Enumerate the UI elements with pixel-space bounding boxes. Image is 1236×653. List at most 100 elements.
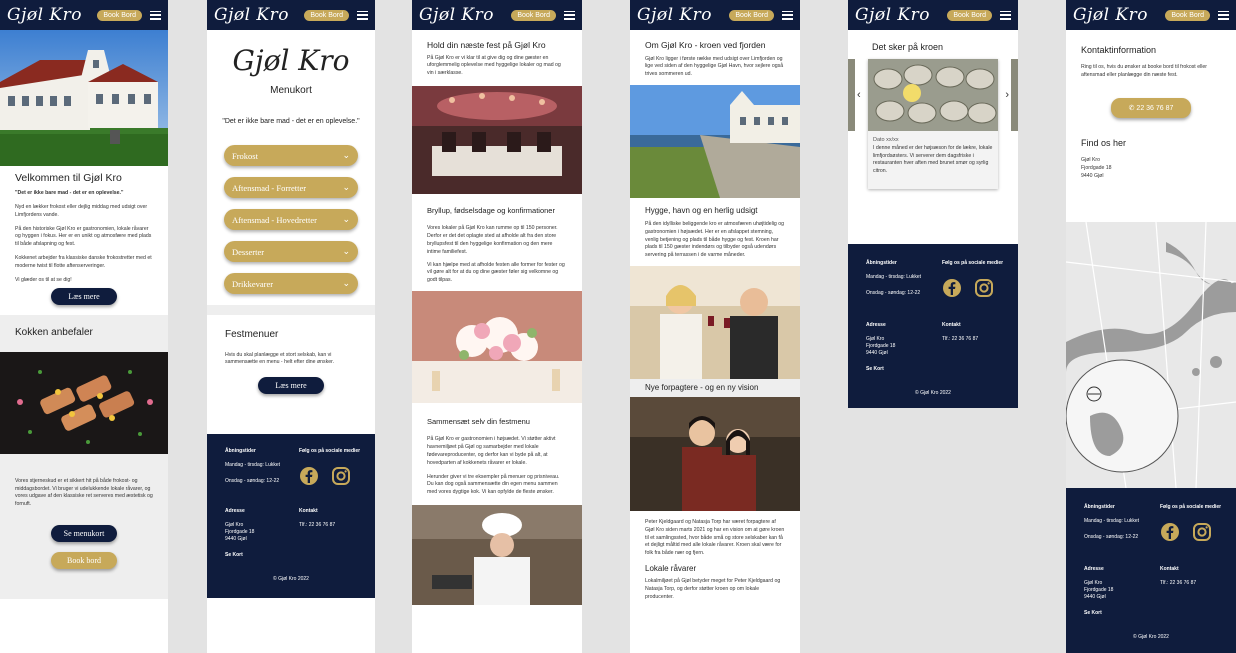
couple-dining-photo <box>630 266 800 379</box>
facebook-icon[interactable] <box>1160 522 1180 542</box>
facebook-icon[interactable] <box>299 466 319 486</box>
location-map[interactable] <box>1066 222 1236 488</box>
flower-decoration-photo <box>412 290 582 403</box>
header: Gjøl Kro Book Bord <box>0 0 168 30</box>
see-menu-button[interactable]: Se menukort <box>51 524 117 542</box>
accordion-drikkevarer[interactable]: Drikkevarer ⌄ <box>224 273 358 294</box>
contact-title: Kontakt <box>299 508 318 515</box>
social-links <box>299 466 351 486</box>
gastronomy-paragraph: På Gjøl Kro er gastronomien i højsædet. … <box>427 436 556 466</box>
social-title: Følg os på sociale medier <box>1160 504 1222 510</box>
welcome-paragraph: Vi glæder os til at se dig! <box>15 276 72 283</box>
accordion-desserter[interactable]: Desserter ⌄ <box>224 241 358 262</box>
inn-building-photo <box>0 30 168 166</box>
screen-about: Gjøl Kro Book Bord Om Gjøl Kro - kroen v… <box>630 0 800 653</box>
party-paragraph: På Gjøl Kro er vi klar til at give dig o… <box>427 54 561 77</box>
book-table-button[interactable]: Book Bord <box>729 9 774 21</box>
owners-paragraph: Peter Kjeldgaard og Natasja Torp har vær… <box>645 519 785 557</box>
hamburger-menu-icon[interactable] <box>782 10 793 20</box>
oysters-photo <box>868 59 998 132</box>
instagram-icon[interactable] <box>1192 522 1212 542</box>
book-table-button[interactable]: Book Bord <box>304 9 349 21</box>
hours-title: Åbningstider <box>866 260 897 266</box>
logo-large: Gjøl Kro <box>232 44 350 77</box>
hamburger-menu-icon[interactable] <box>150 10 161 20</box>
accordion-label: Desserter <box>232 246 265 257</box>
book-table-button[interactable]: Book Bord <box>1165 9 1210 21</box>
party-title: Hold din næste fest på Gjøl Kro <box>427 40 546 50</box>
hours-wed-sun: Onsdag - søndag: 12-22 <box>225 478 280 485</box>
help-paragraph: Vi kan hjælpe med at afholde festen alle… <box>427 261 565 284</box>
owners-photo <box>630 397 800 511</box>
logo[interactable]: Gjøl Kro <box>419 5 494 25</box>
read-more-button[interactable]: Læs mere <box>51 288 117 306</box>
social-title: Følg os på sociale medier <box>299 448 361 455</box>
phone-number[interactable]: Tlf.: 22 36 76 87 <box>299 522 335 530</box>
logo[interactable]: Gjøl Kro <box>1073 5 1148 25</box>
screen-events: Gjøl Kro Book Bord Hold din næste fest p… <box>412 0 582 653</box>
footer: Åbningstider Mandag - tirsdag: Lukket On… <box>1066 488 1236 653</box>
social-title: Følg os på sociale medier <box>942 260 1004 266</box>
call-button-label: 22 36 76 87 <box>1136 104 1174 112</box>
hamburger-menu-icon[interactable] <box>357 10 368 20</box>
address-line: Gjøl Kro <box>1081 157 1101 164</box>
phone-number[interactable]: Tlf.: 22 36 76 87 <box>1160 580 1196 588</box>
accordion-label: Drikkevarer <box>232 278 274 289</box>
instagram-icon[interactable] <box>974 278 994 298</box>
phone-icon: ✆ <box>1128 104 1135 112</box>
map-link[interactable]: Se Kort <box>866 366 884 374</box>
copyright: © Gjøl Kro 2022 <box>1133 634 1169 640</box>
screen-contact: Gjøl Kro Book Bord Kontaktinformation Ri… <box>1066 0 1236 653</box>
book-table-cta-button[interactable]: Book bord <box>51 551 117 569</box>
header: Gjøl Kro Book Bord <box>412 0 582 30</box>
kitchen-paragraph: Kokkenet arbejder fra klassiske danske f… <box>15 254 152 269</box>
book-table-button[interactable]: Book Bord <box>97 9 142 21</box>
chevron-down-icon: ⌄ <box>342 150 350 160</box>
hamburger-menu-icon[interactable] <box>1000 10 1011 20</box>
address-title: Adresse <box>866 322 886 328</box>
hamburger-menu-icon[interactable] <box>564 10 575 20</box>
hours-wed-sun: Onsdag - søndag: 12-22 <box>1084 534 1139 540</box>
phone-number[interactable]: Tlf.: 22 36 76 87 <box>942 336 978 344</box>
hamburger-menu-icon[interactable] <box>1218 10 1229 20</box>
accordion-frokost[interactable]: Frokost ⌄ <box>224 145 358 166</box>
logo[interactable]: Gjøl Kro <box>855 5 930 25</box>
address-line: 9440 Gjøl <box>866 350 888 356</box>
header: Gjøl Kro Book Bord <box>207 0 375 30</box>
book-table-button[interactable]: Book Bord <box>947 9 992 21</box>
chevron-down-icon: ⌄ <box>342 214 350 224</box>
call-button[interactable]: ✆ 22 36 76 87 <box>1111 97 1191 118</box>
logo[interactable]: Gjøl Kro <box>7 5 82 25</box>
header: Gjøl Kro Book Bord <box>848 0 1018 30</box>
chevron-right-icon[interactable]: › <box>1005 89 1009 101</box>
logo[interactable]: Gjøl Kro <box>214 5 289 25</box>
restaurant-interior-photo <box>412 86 582 195</box>
accordion-hovedretter[interactable]: Aftensmad - Hovedretter ⌄ <box>224 209 358 230</box>
menu-compose-title: Sammensæt selv din festmenu <box>427 416 530 426</box>
instagram-icon[interactable] <box>331 466 351 486</box>
facebook-icon[interactable] <box>942 278 962 298</box>
logo[interactable]: Gjøl Kro <box>637 5 712 25</box>
accordion-forretter[interactable]: Aftensmad - Forretter ⌄ <box>224 177 358 198</box>
harbor-paragraph: På den idylliske beliggende kro er atmos… <box>645 221 784 259</box>
screen-home: Gjøl Kro Book Bord Velkommen til Gjøl Kr… <box>0 0 168 653</box>
map-link[interactable]: Se Kort <box>225 552 243 560</box>
address-title: Adresse <box>225 508 245 515</box>
chevron-left-icon[interactable]: ‹ <box>857 89 861 101</box>
harbor-title: Hygge, havn og en herlig udsigt <box>645 206 758 216</box>
book-table-button[interactable]: Book Bord <box>511 9 556 21</box>
wedding-paragraph: Vores lokaler på Gjøl Kro kan rumme op t… <box>427 225 558 255</box>
quote: "Det er ikke bare mad - det er en opleve… <box>222 118 360 125</box>
event-card[interactable]: Dato xx/xx I denne måned er der højsæson… <box>868 59 998 190</box>
menu-title: Menukort <box>270 85 312 96</box>
hours-mon-tue: Mandag - tirsdag: Lukket <box>1084 518 1140 524</box>
header: Gjøl Kro Book Bord <box>1066 0 1236 30</box>
read-more-button[interactable]: Læs mere <box>258 377 324 395</box>
chef-title: Kokken anbefaler <box>15 327 93 339</box>
header: Gjøl Kro Book Bord <box>630 0 800 30</box>
carousel: ‹ › Dato xx/xx I denne måned er der højs… <box>848 59 1018 229</box>
map-link[interactable]: Se Kort <box>1084 610 1102 618</box>
dish-photo <box>0 351 168 454</box>
address-line: 9440 Gjøl <box>1081 172 1104 179</box>
hours-mon-tue: Mandag - tirsdag: Lukket <box>866 274 922 280</box>
